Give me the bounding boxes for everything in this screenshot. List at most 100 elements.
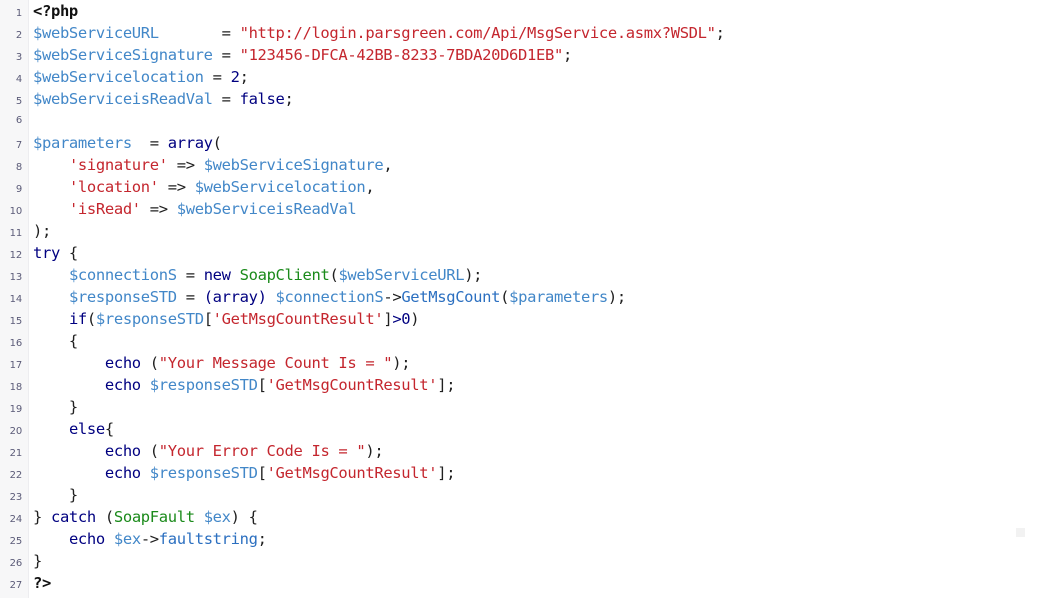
code-line[interactable]: 4 $webServicelocation = 2; [0,66,1040,88]
code-line-content[interactable]: echo ("Your Message Count Is = "); [29,352,1040,374]
code-line-list[interactable]: 1 <?php 2 $webServiceURL = "http://login.pa… [0,0,1040,594]
code-line-content[interactable]: $parameters = array( [29,132,1040,154]
line-number: 13 [9,272,23,283]
code-line[interactable]: 6 [0,110,1040,132]
code-token-punct [267,288,276,306]
code-token-str: 'GetMsgCountResult' [212,310,384,328]
code-line-content[interactable]: echo $responseSTD['GetMsgCountResult']; [29,462,1040,484]
code-line[interactable]: 7 $parameters = array( [0,132,1040,154]
code-token-punct: } [33,486,78,504]
code-viewer[interactable]: 1 <?php 2 $webServiceURL = "http://login.pa… [0,0,1040,598]
code-line[interactable]: 1 <?php [0,0,1040,22]
code-line[interactable]: 10 'isRead' => $webServiceisReadVal [0,198,1040,220]
code-token-punct: ; [284,90,294,108]
code-line[interactable]: 27 ?> [0,572,1040,594]
code-line-content[interactable]: $connectionS = new SoapClient($webServic… [29,264,1040,286]
line-number: 14 [9,294,23,305]
code-token-kw: try [33,244,60,262]
code-line-content[interactable]: ?> [29,572,1040,594]
code-line-content[interactable]: echo $ex->faultstring; [29,528,1040,550]
line-number: 11 [9,228,23,239]
code-line-content[interactable]: } [29,396,1040,418]
code-line-content[interactable]: { [29,330,1040,352]
code-token-punct: , [365,178,375,196]
line-number: 7 [15,140,22,151]
code-line[interactable]: 3 $webServiceSignature = "123456-DFCA-42B… [0,44,1040,66]
code-token-punct: ); [607,288,626,306]
code-line[interactable]: 20 else{ [0,418,1040,440]
code-line[interactable]: 13 $connectionS = new SoapClient($webSer… [0,264,1040,286]
code-token-punct [33,530,69,548]
code-line-content[interactable]: } [29,484,1040,506]
code-line-content[interactable]: $responseSTD = (array) $connectionS->Get… [29,286,1040,308]
code-token-num: 2 [230,68,240,86]
code-token-punct: ( [500,288,510,306]
code-token-str: 'GetMsgCountResult' [266,464,438,482]
code-line-content[interactable]: 'location' => $webServicelocation, [29,176,1040,198]
code-token-punct: ( [212,134,222,152]
code-token-var: $parameters [33,134,132,152]
code-token-punct [195,508,204,526]
code-token-punct: ; [257,530,267,548]
code-token-var: $responseSTD [149,464,258,482]
code-token-punct: , [383,156,393,174]
line-number: 23 [9,492,23,503]
code-line-content[interactable]: } [29,550,1040,572]
code-line-content[interactable]: 'signature' => $webServiceSignature, [29,154,1040,176]
code-line-content[interactable]: echo ("Your Error Code Is = "); [29,440,1040,462]
line-number: 20 [9,426,23,437]
code-line[interactable]: 5 $webServiceisReadVal = false; [0,88,1040,110]
code-line[interactable]: 16 { [0,330,1040,352]
line-number: 24 [9,514,23,525]
code-line-content[interactable]: <?php [29,0,1040,22]
code-line[interactable]: 26} [0,550,1040,572]
code-line-content[interactable]: try { [29,242,1040,264]
code-line[interactable]: 8 'signature' => $webServiceSignature, [0,154,1040,176]
code-line[interactable]: 22 echo $responseSTD['GetMsgCountResult'… [0,462,1040,484]
code-token-punct: ( [86,310,96,328]
code-line[interactable]: 9 'location' => $webServicelocation, [0,176,1040,198]
code-token-punct: -> [140,530,159,548]
code-line-content[interactable]: 'isRead' => $webServiceisReadVal [29,198,1040,220]
code-token-punct [105,530,114,548]
code-line-content[interactable]: if($responseSTD['GetMsgCountResult']>0) [29,308,1040,330]
code-token-punct [33,200,69,218]
code-token-punct: ); [365,442,384,460]
code-token-punct [33,354,105,372]
code-line[interactable]: 2 $webServiceURL = "http://login.parsgree… [0,22,1040,44]
code-line[interactable]: 21 echo ("Your Error Code Is = "); [0,440,1040,462]
line-number: 1 [15,8,22,19]
code-line-content[interactable]: } catch (SoapFault $ex) { [29,506,1040,528]
code-line-content[interactable]: echo $responseSTD['GetMsgCountResult']; [29,374,1040,396]
code-token-str: "Your Message Count Is = " [158,354,393,372]
code-token-cls: SoapFault [113,508,195,526]
code-line[interactable]: 19 } [0,396,1040,418]
code-token-punct [33,156,69,174]
code-token-punct [141,464,150,482]
code-token-var: $webServiceisReadVal [176,200,357,218]
code-token-kw: array [167,134,213,152]
code-line[interactable]: 24 } catch (SoapFault $ex) { [0,506,1040,528]
code-token-punct: ) { [230,508,258,526]
line-number: 27 [9,580,23,591]
code-line[interactable]: 18 echo $responseSTD['GetMsgCountResult'… [0,374,1040,396]
code-line[interactable]: 15 if($responseSTD['GetMsgCountResult']>… [0,308,1040,330]
code-line[interactable]: 12 try { [0,242,1040,264]
code-line[interactable]: 25 echo $ex->faultstring; [0,528,1040,550]
code-token-punct: { [33,332,78,350]
code-line-content[interactable]: $webServiceURL = "http://login.parsgreen… [29,22,1040,44]
code-line-content[interactable]: $webServiceisReadVal = false; [29,88,1040,110]
code-line[interactable]: 23 } [0,484,1040,506]
code-line[interactable]: 11); [0,220,1040,242]
code-line-content[interactable]: $webServiceSignature = "123456-DFCA-42BB… [29,44,1040,66]
code-token-punct: ( [140,442,159,460]
code-token-kw: echo [104,354,141,372]
code-line[interactable]: 17 echo ("Your Message Count Is = "); [0,352,1040,374]
code-line-content[interactable]: $webServicelocation = 2; [29,66,1040,88]
code-token-kw: echo [104,376,141,394]
code-line-content[interactable]: ); [29,220,1040,242]
code-line[interactable]: 14 $responseSTD = (array) $connectionS->… [0,286,1040,308]
code-line-content[interactable]: else{ [29,418,1040,440]
line-number: 9 [15,184,22,195]
code-token-punct: ( [140,354,159,372]
